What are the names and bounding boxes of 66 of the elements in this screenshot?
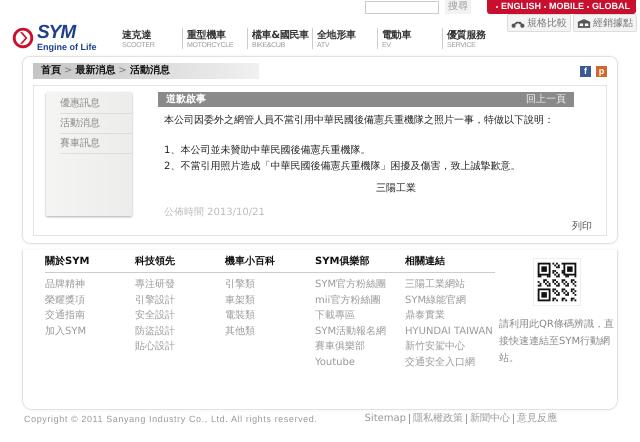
footer-link[interactable]: 交通指南 bbox=[45, 308, 135, 324]
footer-bottom-link[interactable]: 意見反應 bbox=[513, 414, 560, 424]
logo-emblem-icon[interactable] bbox=[12, 26, 34, 48]
article-paragraph: 2、不當引用照片造成「中華民國後備憲兵重機隊」困擾及傷害，致上誠摯歉意。 bbox=[164, 160, 522, 174]
article-paragraph: 本公司因委外之網管人員不當引用中華民國後備憲兵重機隊之照片一事，特做以下說明： bbox=[164, 114, 555, 128]
footer-link[interactable]: 引擎類 bbox=[225, 277, 315, 292]
footer-heading: SYM俱樂部 bbox=[315, 254, 405, 273]
signature: 三陽工業 bbox=[375, 182, 417, 195]
footer-link[interactable]: 加入SYM bbox=[45, 324, 135, 339]
footer-link[interactable]: 引擎設計 bbox=[135, 292, 225, 308]
footer-link[interactable]: HYUNDAI TAIWAN bbox=[405, 324, 495, 339]
tool-button[interactable]: 經銷據點 bbox=[573, 14, 637, 32]
footer-heading: 相關連結 bbox=[405, 254, 495, 273]
footer-link[interactable]: 其他類 bbox=[225, 324, 315, 339]
breadcrumb-link[interactable]: 最新消息 bbox=[75, 64, 116, 78]
qr-caption: 請利用此QR條碼辨識，直接快速連結至SYM行動網站。 bbox=[499, 318, 615, 366]
footer-link[interactable]: 貼心設計 bbox=[135, 339, 225, 354]
shop-icon bbox=[577, 18, 591, 28]
footer-link[interactable]: SYM綠能官網 bbox=[405, 292, 495, 308]
footer-link[interactable]: 安全設計 bbox=[135, 308, 225, 324]
breadcrumb-separator: > bbox=[64, 64, 72, 78]
footer-link[interactable]: 交通安全入口網 bbox=[405, 354, 495, 370]
footer-link[interactable]: 賽車俱樂部 bbox=[315, 339, 405, 354]
footer-link[interactable]: mii官方粉絲團 bbox=[315, 292, 405, 308]
footer-link[interactable]: Youtube bbox=[315, 354, 405, 370]
logo-wordmark[interactable]: SYM bbox=[37, 23, 96, 42]
share-icon[interactable]: f bbox=[580, 66, 591, 76]
breadcrumb-link[interactable]: 首頁 bbox=[41, 64, 61, 78]
language-link[interactable]: ENGLISH bbox=[500, 1, 541, 12]
footer-bottom-link[interactable]: 新聞中心 bbox=[466, 414, 513, 424]
breadcrumb-separator: > bbox=[118, 64, 127, 78]
footer-heading: 科技領先 bbox=[135, 254, 225, 273]
footer-link[interactable]: 車架類 bbox=[225, 292, 315, 308]
sidebar-item[interactable]: 優惠訊息 bbox=[60, 94, 132, 114]
footer-bottom-link[interactable]: Sitemap bbox=[362, 414, 409, 424]
footer-link[interactable]: 品牌精神 bbox=[45, 277, 135, 292]
sidebar-item[interactable]: 賽車訊息 bbox=[60, 134, 132, 154]
footer-link[interactable]: 下載專區 bbox=[315, 308, 405, 324]
footer-link[interactable]: 電裝類 bbox=[225, 308, 315, 324]
article-title: 道歉啟事 bbox=[166, 93, 206, 106]
footer-link[interactable]: 榮耀獎項 bbox=[45, 292, 135, 308]
language-link[interactable]: GLOBAL bbox=[592, 1, 630, 12]
footer-link[interactable]: SYM官方粉絲團 bbox=[315, 277, 405, 292]
copyright-text: Copyright © 2011 Sanyang Industry Co., Ltd. All rights reserved. bbox=[24, 414, 318, 424]
tool-button[interactable]: 規格比較 bbox=[507, 14, 571, 32]
qr-code bbox=[533, 258, 581, 306]
footer-heading: 機車小百科 bbox=[225, 254, 315, 273]
back-link[interactable]: 回上一頁 bbox=[526, 93, 566, 106]
print-link[interactable]: 列印 bbox=[572, 219, 592, 233]
footer-heading: 關於SYM bbox=[45, 254, 135, 273]
article-paragraph: 1、本公司並未贊助中華民國後備憲兵重機隊。 bbox=[164, 144, 372, 158]
publish-date: 公佈時間 2013/10/21 bbox=[164, 206, 266, 219]
footer-link[interactable]: 三陽工業網站 bbox=[405, 277, 495, 292]
footer-link[interactable]: 專注研發 bbox=[135, 277, 225, 292]
search-field[interactable] bbox=[364, 1, 439, 14]
footer-bottom-link[interactable]: 隱私權政策 bbox=[409, 414, 466, 424]
language-link[interactable]: MOBILE bbox=[549, 1, 584, 12]
sidebar-item[interactable]: 活動消息 bbox=[60, 114, 132, 134]
footer-link[interactable]: 鼎泰實業 bbox=[405, 308, 495, 324]
footer-link[interactable]: 防盜設計 bbox=[135, 324, 225, 339]
logo-tagline: Engine of Life bbox=[37, 42, 96, 52]
footer-link[interactable]: SYM活動報名網 bbox=[315, 324, 405, 339]
search-button[interactable]: 搜尋 bbox=[444, 0, 471, 14]
share-icon[interactable]: p bbox=[596, 66, 607, 76]
breadcrumb-link[interactable]: 活動消息 bbox=[130, 64, 170, 78]
footer-link[interactable]: 新竹安駕中心 bbox=[405, 339, 495, 354]
